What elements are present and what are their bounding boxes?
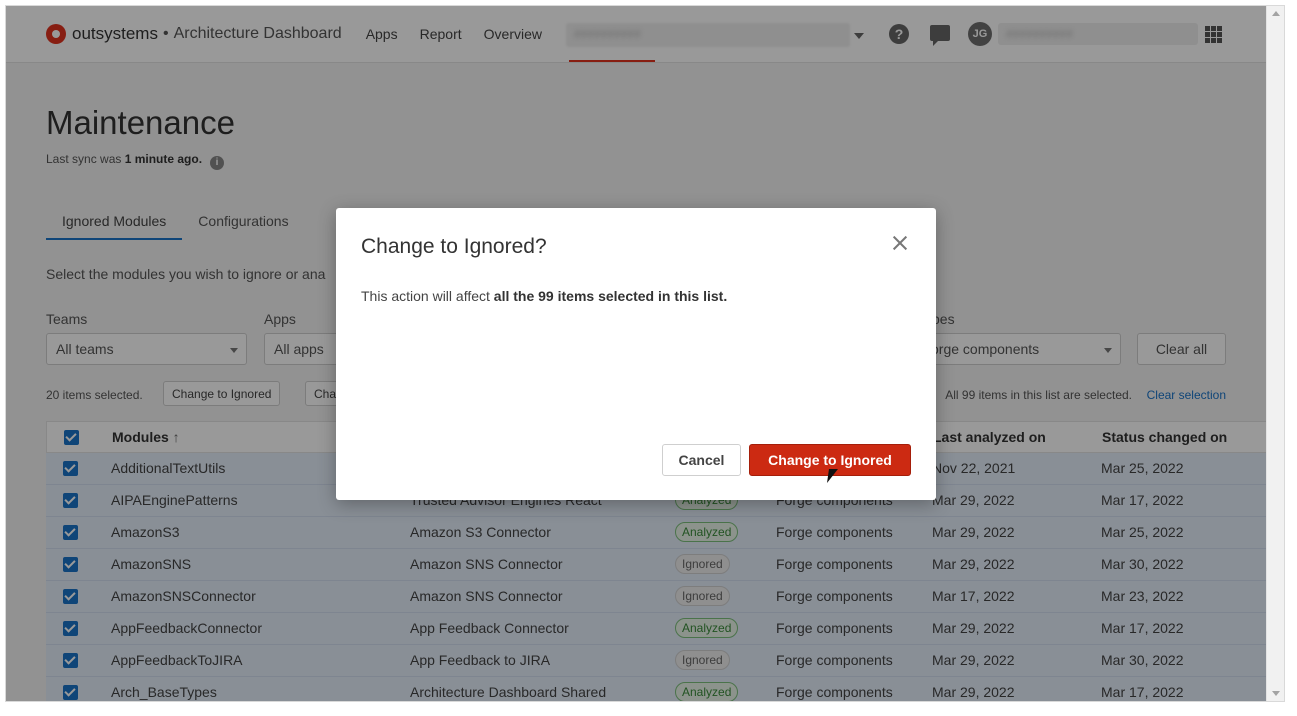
confirm-dialog: Change to Ignored? This action will affe… (336, 208, 936, 500)
cancel-button[interactable]: Cancel (662, 444, 741, 476)
app-root: outsystems • Architecture Dashboard Apps… (6, 6, 1268, 701)
scroll-up-icon[interactable] (1272, 11, 1280, 16)
browser-window: outsystems • Architecture Dashboard Apps… (5, 5, 1285, 702)
close-icon[interactable] (892, 235, 908, 251)
scroll-down-icon[interactable] (1272, 691, 1280, 696)
dialog-message-emphasis: all the 99 items selected in this list. (493, 288, 728, 304)
vertical-scrollbar[interactable] (1266, 6, 1284, 701)
dialog-message: This action will affect all the 99 items… (361, 288, 727, 304)
dialog-title: Change to Ignored? (361, 235, 547, 258)
dialog-message-prefix: This action will affect (361, 288, 494, 304)
